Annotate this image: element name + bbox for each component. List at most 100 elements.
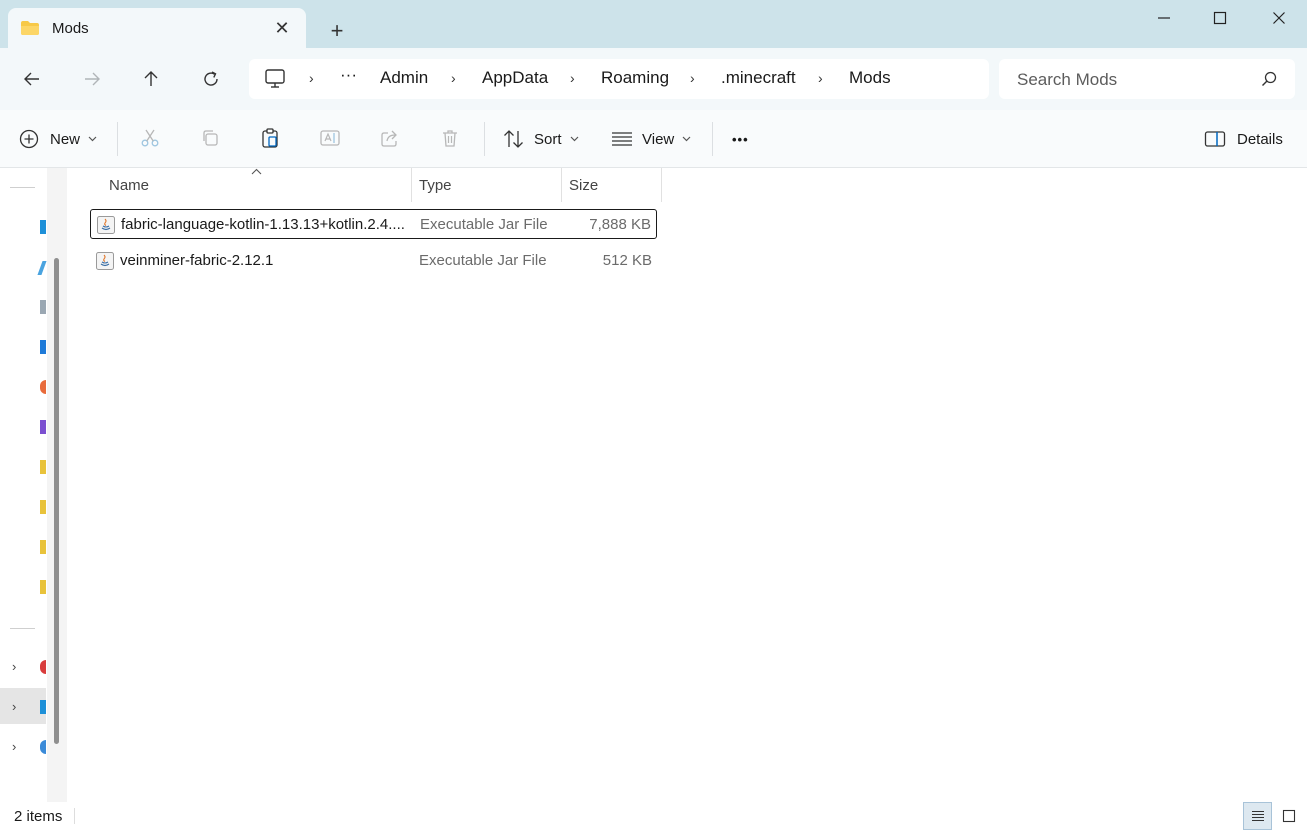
- back-button[interactable]: [17, 64, 47, 94]
- title-bar: Mods ✕ +: [0, 0, 1307, 48]
- gallery-icon[interactable]: [40, 220, 46, 234]
- more-options-button[interactable]: •••: [732, 124, 749, 154]
- view-label: View: [642, 130, 675, 148]
- paste-button[interactable]: [257, 125, 283, 151]
- minimize-icon: [1158, 17, 1170, 19]
- new-label: New: [50, 130, 81, 148]
- jar-file-icon: [96, 252, 114, 270]
- nav-scrollbar-thumb[interactable]: [54, 258, 59, 744]
- folder-icon[interactable]: [40, 540, 46, 554]
- file-explorer-window: Mods ✕ + › ··· Admin › AppData › Roaming…: [0, 0, 1307, 830]
- details-label: Details: [1237, 130, 1283, 148]
- network-icon[interactable]: [40, 740, 46, 754]
- folder-icon[interactable]: [40, 460, 46, 474]
- divider: [712, 122, 713, 156]
- large-icons-view-button[interactable]: [1276, 802, 1302, 830]
- downloads-icon[interactable]: [37, 261, 47, 275]
- chevron-right-icon: ›: [690, 70, 695, 86]
- documents-icon[interactable]: [40, 300, 46, 314]
- address-row: › ··· Admin › AppData › Roaming › .minec…: [0, 48, 1307, 110]
- file-row[interactable]: fabric-language-kotlin-1.13.13+kotlin.2.…: [90, 209, 657, 239]
- details-view-icon: [1251, 810, 1264, 822]
- file-row[interactable]: veinminer-fabric-2.12.1 Executable Jar F…: [90, 246, 657, 276]
- breadcrumb-item-mods[interactable]: Mods: [849, 68, 891, 88]
- arrow-left-icon: [24, 72, 39, 86]
- sort-button[interactable]: Sort: [503, 124, 579, 154]
- chevron-right-icon: ›: [451, 70, 456, 86]
- chevron-right-icon: ›: [818, 70, 823, 86]
- refresh-button[interactable]: [196, 64, 226, 94]
- nav-divider: [10, 628, 35, 629]
- pictures-icon[interactable]: [40, 340, 46, 354]
- rename-button[interactable]: [317, 125, 343, 151]
- videos-icon[interactable]: [40, 420, 46, 434]
- details-view-button[interactable]: [1243, 802, 1272, 830]
- breadcrumb[interactable]: › ··· Admin › AppData › Roaming › .minec…: [249, 59, 989, 99]
- breadcrumb-overflow[interactable]: ···: [340, 65, 357, 85]
- search-box[interactable]: [999, 59, 1295, 99]
- chevron-right-icon[interactable]: ›: [12, 699, 16, 714]
- file-type: Executable Jar File: [419, 252, 547, 269]
- rename-icon: [320, 130, 340, 146]
- sort-icon: [504, 130, 523, 148]
- up-button[interactable]: [136, 64, 166, 94]
- chevron-right-icon[interactable]: ›: [12, 659, 16, 674]
- breadcrumb-item-roaming[interactable]: Roaming: [601, 68, 669, 88]
- music-icon[interactable]: [40, 380, 46, 394]
- copy-button[interactable]: [197, 125, 223, 151]
- command-bar: New Sort View ••• Details: [0, 110, 1307, 168]
- this-pc-icon[interactable]: [40, 700, 46, 714]
- column-header-type[interactable]: Type: [412, 168, 561, 202]
- file-name: veinminer-fabric-2.12.1: [120, 252, 274, 269]
- divider: [74, 808, 75, 824]
- item-count: 2 items: [14, 808, 63, 825]
- maximize-button[interactable]: [1200, 4, 1240, 32]
- close-window-button[interactable]: [1259, 4, 1299, 32]
- trash-icon: [443, 130, 457, 147]
- copy-icon: [203, 130, 218, 146]
- new-tab-button[interactable]: +: [324, 18, 350, 44]
- details-pane-button[interactable]: Details: [1204, 124, 1283, 154]
- chevron-right-icon: ›: [570, 70, 575, 86]
- file-size: 512 KB: [602, 252, 652, 269]
- plus-circle-icon: [19, 129, 39, 149]
- delete-button[interactable]: [437, 125, 463, 151]
- list-view-icon: [612, 132, 632, 146]
- tab-title: Mods: [52, 20, 89, 37]
- cut-button[interactable]: [137, 125, 163, 151]
- tiles-view-icon: [1282, 809, 1296, 823]
- forward-button[interactable]: [77, 64, 107, 94]
- column-header-name[interactable]: Name: [96, 168, 411, 202]
- column-divider[interactable]: [661, 168, 662, 202]
- search-icon[interactable]: [1261, 71, 1277, 87]
- breadcrumb-item-admin[interactable]: Admin: [380, 68, 428, 88]
- chevron-down-icon: [570, 136, 578, 142]
- share-button[interactable]: [377, 125, 403, 151]
- column-size-label: Size: [569, 177, 599, 194]
- clipboard-icon: [262, 128, 278, 148]
- chevron-right-icon[interactable]: ›: [12, 739, 16, 754]
- folder-icon[interactable]: [40, 500, 46, 514]
- search-input[interactable]: [1017, 69, 1257, 91]
- chevron-right-icon: ›: [309, 70, 314, 86]
- sort-label: Sort: [534, 130, 562, 148]
- new-button[interactable]: New: [19, 124, 97, 154]
- refresh-icon: [204, 71, 218, 86]
- close-icon: [1273, 12, 1285, 24]
- tab-mods[interactable]: Mods ✕: [8, 8, 306, 48]
- breadcrumb-item-minecraft[interactable]: .minecraft: [721, 68, 796, 88]
- onedrive-icon[interactable]: [40, 660, 46, 674]
- chevron-down-icon: [88, 136, 97, 142]
- scissors-icon: [141, 129, 159, 147]
- column-type-label: Type: [419, 177, 452, 194]
- view-button[interactable]: View: [611, 124, 691, 154]
- folder-icon[interactable]: [40, 580, 46, 594]
- column-header-size[interactable]: Size: [562, 168, 661, 202]
- divider: [484, 122, 485, 156]
- close-tab-icon[interactable]: ✕: [272, 18, 292, 38]
- jar-file-icon: [97, 216, 115, 234]
- minimize-button[interactable]: [1144, 4, 1184, 32]
- arrow-right-icon: [85, 72, 100, 86]
- computer-icon: [265, 69, 285, 88]
- breadcrumb-item-appdata[interactable]: AppData: [482, 68, 548, 88]
